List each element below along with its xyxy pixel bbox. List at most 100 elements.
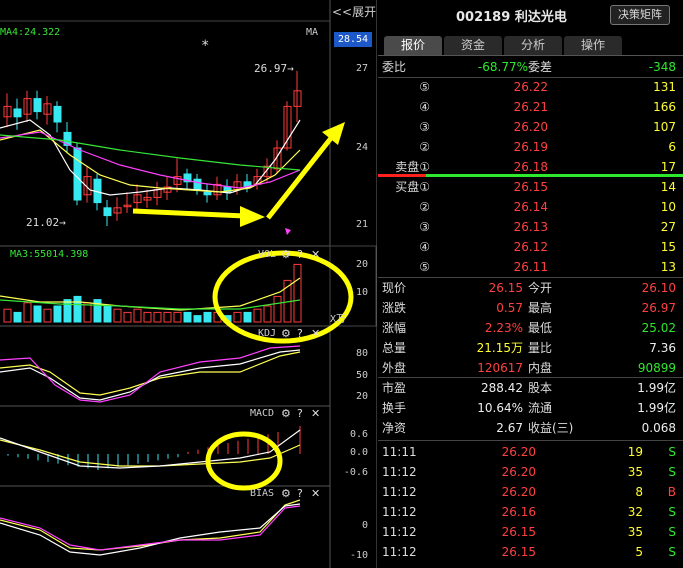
order-volume: 6	[668, 140, 676, 154]
stat-value: 21.15万	[476, 341, 523, 355]
candle-body	[13, 108, 22, 118]
close-icon[interactable]: ✕	[311, 248, 320, 261]
stat-label: 外盘	[382, 361, 407, 375]
tab-quote[interactable]: 报价	[384, 36, 442, 55]
gear-icon[interactable]: ⚙	[281, 487, 291, 500]
stat-label: 总量	[382, 341, 407, 355]
volume-bar	[233, 311, 242, 323]
stat-row: 涨幅 2.23% 最低 25.02	[378, 318, 683, 338]
order-level: ⑤	[419, 260, 430, 274]
low-annotation: 21.02→	[26, 216, 66, 229]
volume-bar	[153, 311, 162, 323]
sell-order-row[interactable]: ③ 26.20 107	[378, 117, 683, 137]
candle-body	[103, 207, 112, 217]
fund-label: 换手	[382, 401, 407, 415]
close-icon[interactable]: ✕	[311, 327, 320, 340]
stat-value: 90899	[637, 361, 676, 375]
order-price: 26.13	[513, 220, 548, 234]
buy-order-row[interactable]: ④ 26.12 15	[378, 237, 683, 257]
sell-order-row[interactable]: ② 26.19 6	[378, 137, 683, 157]
gear-icon[interactable]: ⚙	[281, 248, 291, 261]
fund-value: 0.068	[641, 421, 676, 435]
stat-label: 最低	[528, 321, 553, 335]
fund-label: 收益(三)	[528, 421, 574, 435]
help-icon[interactable]: ?	[297, 407, 303, 420]
vol-title: VOL	[258, 249, 277, 260]
stat-row: 现价 26.15 今开 26.10	[378, 278, 683, 298]
tab-operation[interactable]: 操作	[564, 36, 622, 55]
order-volume: 13	[660, 260, 676, 274]
gear-icon[interactable]: ⚙	[281, 327, 291, 340]
sell-order-row[interactable]: ④ 26.21 166	[378, 97, 683, 117]
order-volume: 15	[660, 240, 676, 254]
order-volume: 131	[653, 80, 676, 94]
stock-title: 002189 利达光电	[456, 6, 567, 25]
buy-order-row[interactable]: ⑤ 26.11 13	[378, 257, 683, 277]
sell-order-row[interactable]: ⑤ 26.22 131	[378, 77, 683, 97]
help-icon[interactable]: ?	[297, 248, 303, 261]
close-icon[interactable]: ✕	[311, 407, 320, 420]
volume-bar	[133, 308, 142, 323]
fund-value: 1.99亿	[637, 381, 676, 395]
divider	[378, 440, 683, 441]
volume-bar	[143, 311, 152, 323]
close-icon[interactable]: ✕	[311, 487, 320, 500]
tab-funds[interactable]: 资金	[444, 36, 502, 55]
gear-icon[interactable]: ⚙	[281, 407, 291, 420]
fund-value: 288.42	[481, 381, 523, 395]
trade-price: 26.15	[501, 525, 536, 539]
macd-title: MACD	[250, 408, 275, 419]
order-price: 26.12	[513, 240, 548, 254]
high-annotation: 26.97→	[254, 62, 294, 75]
help-icon[interactable]: ?	[297, 487, 303, 500]
order-volume: 14	[660, 180, 676, 194]
weibi-row: 委比 -68.77% 委差 -348	[378, 57, 683, 77]
volume-bar	[113, 308, 122, 323]
volume-bar	[183, 311, 192, 323]
weibi-label: 委比	[382, 60, 407, 74]
stat-value: 7.36	[649, 341, 676, 355]
candlestick-chart[interactable]	[0, 0, 377, 568]
expand-button[interactable]: <<展开	[332, 3, 376, 20]
volume-bar	[53, 305, 62, 323]
buy-order-row[interactable]: ③ 26.13 27	[378, 217, 683, 237]
trade-volume: 5	[635, 545, 643, 559]
volume-bar	[203, 311, 212, 323]
buy-order-row[interactable]: ② 26.14 10	[378, 197, 683, 217]
order-price: 26.22	[513, 80, 548, 94]
order-level: ②	[419, 200, 430, 214]
trade-price: 26.20	[501, 445, 536, 459]
quote-panel: 002189 利达光电 决策矩阵 报价 资金 分析 操作 委比 -68.77% …	[378, 0, 683, 568]
stat-value: 26.97	[641, 301, 676, 315]
trade-price: 26.16	[501, 505, 536, 519]
volume-bar	[73, 295, 82, 323]
stat-label: 涨幅	[382, 321, 407, 335]
order-volume: 27	[660, 220, 676, 234]
bias-axis-label: 0	[361, 520, 368, 531]
stat-value: 26.15	[488, 281, 523, 295]
fundamental-row: 净资 2.67 收益(三) 0.068	[378, 418, 683, 438]
chart-area[interactable]: <<展开 MA4:24.322 MA 28.54 * 27 24 21 26.9…	[0, 0, 377, 568]
order-level: 买盘①	[395, 180, 430, 194]
candle-body	[73, 147, 82, 201]
decision-matrix-button[interactable]: 决策矩阵	[610, 5, 670, 25]
volume-bar	[243, 311, 252, 323]
order-level: ③	[419, 220, 430, 234]
trade-volume: 8	[635, 485, 643, 499]
tab-analysis[interactable]: 分析	[504, 36, 562, 55]
ma-line-white	[0, 119, 301, 196]
tab-bar: 报价 资金 分析 操作	[384, 36, 624, 55]
stat-value: 120617	[477, 361, 523, 375]
stat-label: 量比	[528, 341, 553, 355]
current-price-box: 28.54	[334, 32, 372, 47]
help-icon[interactable]: ?	[297, 327, 303, 340]
stat-label: 现价	[382, 281, 407, 295]
fund-label: 流通	[528, 401, 553, 415]
stat-value: 26.10	[641, 281, 676, 295]
trade-side: S	[668, 545, 676, 559]
buy-order-row[interactable]: 买盘① 26.15 14	[378, 177, 683, 197]
trade-side: S	[668, 525, 676, 539]
kdj-axis-label: 50	[355, 370, 368, 381]
trade-volume: 35	[627, 465, 643, 479]
order-volume: 107	[653, 120, 676, 134]
